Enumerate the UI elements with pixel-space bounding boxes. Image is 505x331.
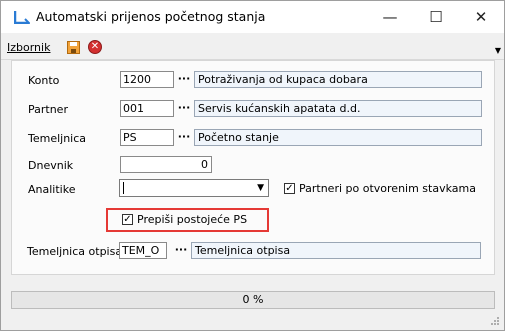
konto-lookup-button[interactable]: ··· <box>175 71 193 88</box>
konto-description: Potraživanja od kupaca dobara <box>194 71 482 88</box>
partner-lookup-button[interactable]: ··· <box>175 100 193 117</box>
chevron-down-icon[interactable]: ▼ <box>257 183 264 193</box>
window-title: Automatski prijenos početnog stanja <box>36 9 266 24</box>
title-bar[interactable]: Automatski prijenos početnog stanja — ☐ … <box>1 1 504 33</box>
progress-text: 0 % <box>242 293 264 306</box>
temeljnica-otpisa-label: Temeljnica otpisa <box>27 245 123 258</box>
minimize-button[interactable]: — <box>367 1 413 33</box>
dnevnik-label: Dnevnik <box>28 159 74 172</box>
partneri-checkbox[interactable]: ✓ <box>284 183 295 194</box>
temeljnica-lookup-button[interactable]: ··· <box>175 129 193 146</box>
analitike-select[interactable]: ▼ <box>119 179 269 197</box>
temeljnica-otpisa-description: Temeljnica otpisa <box>191 242 481 259</box>
menu-overflow-icon[interactable]: ▼ <box>495 46 501 55</box>
progress-bar: 0 % <box>11 291 495 309</box>
app-icon <box>14 11 30 24</box>
partneri-checkbox-label[interactable]: Partneri po otvorenim stavkama <box>299 182 476 195</box>
text-cursor <box>123 182 124 194</box>
partner-label: Partner <box>28 103 68 116</box>
partner-description: Servis kućanskih apatata d.d. <box>194 100 482 117</box>
save-icon[interactable] <box>67 41 80 54</box>
temeljnica-label: Temeljnica <box>28 132 87 145</box>
menu-bar: Izbornik ✕ ▼ <box>1 33 504 60</box>
prepisi-checkbox[interactable]: ✓ <box>122 214 133 225</box>
close-button[interactable]: ✕ <box>458 1 504 33</box>
cancel-icon[interactable]: ✕ <box>88 40 102 54</box>
dnevnik-field[interactable]: 0 <box>120 156 212 173</box>
resize-grip-icon[interactable] <box>490 316 500 326</box>
temeljnica-otpisa-code-field[interactable]: TEM_O <box>119 242 167 259</box>
konto-code-field[interactable]: 1200 <box>120 71 174 88</box>
konto-label: Konto <box>28 74 60 87</box>
menu-izbornik[interactable]: Izbornik <box>7 41 50 54</box>
temeljnica-code-field[interactable]: PS <box>120 129 174 146</box>
analitike-label: Analitike <box>28 183 76 196</box>
prepisi-checkbox-label[interactable]: Prepiši postojeće PS <box>137 213 247 226</box>
dialog-window: Automatski prijenos početnog stanja — ☐ … <box>0 0 505 331</box>
partner-code-field[interactable]: 001 <box>120 100 174 117</box>
maximize-button[interactable]: ☐ <box>413 1 459 33</box>
temeljnica-otpisa-lookup-button[interactable]: ··· <box>172 242 190 259</box>
temeljnica-description: Početno stanje <box>194 129 482 146</box>
